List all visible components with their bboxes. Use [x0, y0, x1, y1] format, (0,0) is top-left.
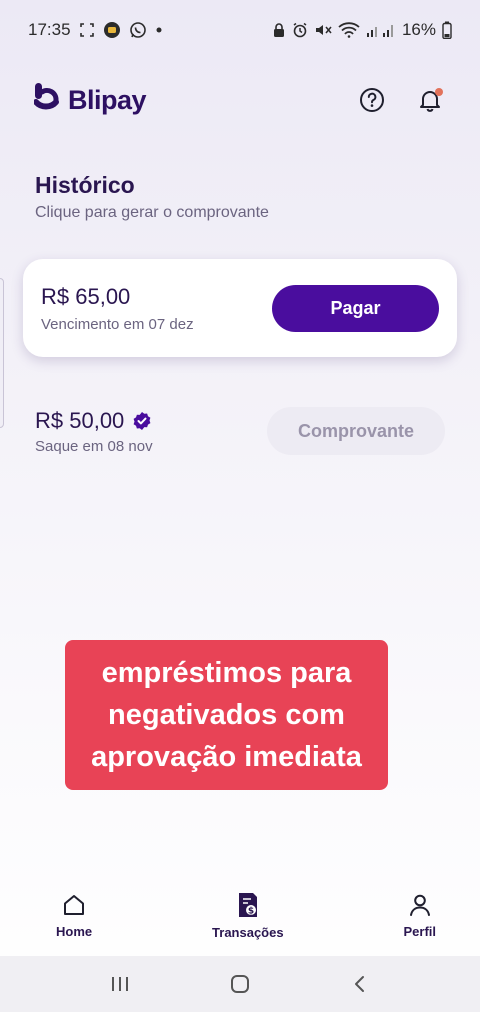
recent-apps-icon[interactable]: [109, 974, 131, 994]
screenshot-icon: [79, 22, 95, 38]
notification-dot: [435, 88, 443, 96]
help-button[interactable]: [356, 84, 388, 116]
nav-label: Perfil: [403, 923, 436, 939]
transactions-icon: $: [238, 892, 257, 917]
blipay-logo-icon: [33, 82, 60, 119]
nav-label: Transações: [212, 924, 284, 940]
profile-icon: [409, 894, 430, 916]
dot-icon: [155, 26, 163, 34]
side-drawer-handle[interactable]: [0, 278, 4, 428]
status-time: 17:35: [28, 20, 71, 39]
battery-icon: [442, 21, 452, 39]
status-bar: 17:35 16%: [0, 0, 480, 60]
transaction-card-pending[interactable]: R$ 65,00 Vencimento em 07 dez Pagar: [23, 259, 457, 357]
back-icon[interactable]: [349, 973, 371, 995]
page-subtitle: Clique para gerar o comprovante: [35, 204, 269, 221]
svg-text:$: $: [248, 906, 254, 916]
pay-button[interactable]: Pagar: [272, 284, 439, 332]
promo-caption-text: empréstimos para negativados com aprovaç…: [91, 657, 362, 773]
app-notification-icon: [103, 21, 121, 39]
signal-icon: [366, 22, 396, 38]
promo-caption-banner: empréstimos para negativados com aprovaç…: [65, 640, 388, 790]
app-header: Blipay: [33, 80, 446, 120]
nav-item-transactions[interactable]: $ Transações: [212, 891, 284, 940]
help-circle-icon: [360, 88, 384, 112]
transaction-row-completed[interactable]: R$ 50,00 Saque em 08 nov Comprovante: [35, 404, 445, 458]
transaction-due-date: Vencimento em 07 dez: [41, 315, 194, 333]
receipt-button[interactable]: Comprovante: [267, 407, 445, 455]
brand-name: Blipay: [68, 84, 147, 115]
mute-icon: [314, 22, 332, 38]
brand-logo: Blipay: [33, 82, 147, 119]
alarm-icon: [292, 22, 308, 38]
nav-item-home[interactable]: Home: [56, 892, 92, 939]
wifi-icon: [338, 22, 360, 38]
transaction-amount: R$ 50,00: [35, 407, 125, 433]
nav-item-profile[interactable]: Perfil: [403, 892, 436, 939]
transaction-amount: R$ 65,00: [41, 283, 131, 309]
bottom-navigation: Home $ Transações Perfil: [0, 876, 480, 954]
whatsapp-icon: [129, 21, 147, 39]
home-icon: [64, 894, 85, 915]
system-navigation-bar: [0, 956, 480, 1012]
notifications-button[interactable]: [414, 84, 446, 116]
page-title: Histórico: [35, 172, 135, 198]
battery-percent: 16%: [401, 20, 436, 39]
nav-label: Home: [56, 923, 93, 939]
home-circle-icon[interactable]: [229, 973, 251, 995]
transaction-withdraw-date: Saque em 08 nov: [35, 437, 153, 455]
verified-badge-icon: [133, 411, 151, 430]
lock-icon: [272, 22, 286, 38]
